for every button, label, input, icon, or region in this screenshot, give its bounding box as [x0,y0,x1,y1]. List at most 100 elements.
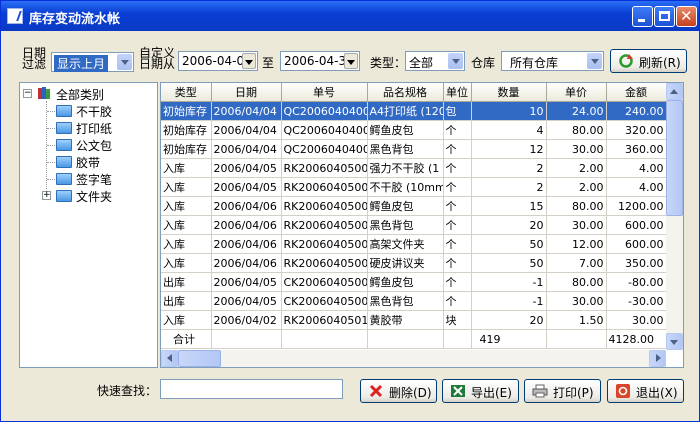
table-cell: 个 [443,291,472,311]
expand-icon[interactable]: + [42,191,51,200]
table-row[interactable]: 入库 2006/04/06 RK20060405008 黑色背包个 20 30.00 600… [161,215,667,235]
refresh-label: 刷新(R) [639,56,681,70]
collapse-icon[interactable]: − [23,89,32,98]
minimize-button[interactable] [632,6,653,27]
warehouse-select[interactable]: 所有仓库 [501,51,604,71]
scroll-up-icon[interactable] [666,83,683,100]
table-cell: QC20060404002 [281,120,368,140]
vertical-scroll-thumb[interactable] [666,100,683,216]
table-cell: 个 [443,272,472,292]
chevron-down-icon[interactable] [117,54,132,70]
table-cell: 个 [443,158,472,178]
table-cell: 12.00 [546,234,607,254]
chevron-down-icon[interactable] [242,53,256,69]
table-cell: 50 [471,234,547,254]
table-cell: RK20060405008 [281,215,368,235]
column-header-type[interactable]: 类型 [161,83,212,102]
table-cell: 鳄鱼皮包 [367,272,444,292]
table-cell: 30.00 [546,291,607,311]
table-cell: 黑色背包 [367,291,444,311]
type-select[interactable]: 全部 [405,51,465,71]
table-cell: 块 [443,310,472,330]
table-cell: 高架文件夹 [367,234,444,254]
maximize-button[interactable] [654,6,675,27]
table-cell: 2006/04/05 [211,291,282,311]
table-row[interactable]: 入库 2006/04/05 RK20060405006 不干胶 (10mm) 个 2 2.0… [161,177,667,197]
folder-icon [56,139,72,151]
delete-button[interactable]: 删除(D) [360,379,437,403]
table-cell: 320.00 [606,120,667,140]
table-cell: -1 [471,291,547,311]
title-bar[interactable]: 库存变动流水帐 ✕ [1,1,699,31]
table-row[interactable]: 入库 2006/04/06 RK20060405008 高架文件夹个 50 12.00 60… [161,234,667,254]
column-header-qty[interactable]: 数量 [471,83,547,102]
table-row[interactable]: 初始库存2006/04/04QC20060404002鳄鱼皮包个480.0032… [161,120,667,140]
table-row[interactable]: 初始库存2006/04/04QC20060404003黑色背包个1230.003… [161,139,667,159]
date-to-picker[interactable]: 2006-04-30 [280,51,360,71]
table-cell: 2006/04/06 [211,234,282,254]
tree-line [47,145,55,146]
table-cell: 个 [443,196,472,216]
scroll-down-icon[interactable] [666,333,683,350]
table-row[interactable]: 入库 2006/04/02 RK20060405010 黄胶带块 20 1.50 30.00 [161,310,667,330]
table-row[interactable]: 出库 2006/04/05 CK20060405003 黑色背包个 -1 30.00 -30… [161,291,667,311]
table-row[interactable]: 入库 2006/04/06 RK20060405008 鳄鱼皮包个 15 80.00 120… [161,196,667,216]
date-filter-select[interactable]: 显示上月 [51,52,134,72]
table-row[interactable]: 入库 2006/04/05 RK20060405006 强力不干胶 (1 个 2 2.00 4… [161,158,667,178]
table-cell: CK20060405003 [281,272,368,292]
chevron-down-icon[interactable] [448,53,463,69]
column-header-date[interactable]: 日期 [211,83,282,102]
table-cell: 2006/04/04 [211,101,282,121]
tree-line [47,162,55,163]
table-cell: 入库 [161,215,212,235]
ledger-table: 类型 日期 单号 品名规格 单位 数量 单价 金额 初始库存 2006/04/04… [161,83,667,349]
table-cell: 入库 [161,253,212,273]
tree-item-label: 胶带 [76,156,101,170]
column-header-product[interactable]: 品名规格 [367,83,444,102]
table-cell: 15 [471,196,547,216]
table-row[interactable]: 初始库存2006/04/04QC20060404001A4打印纸 (120包10… [161,101,667,121]
quick-search-input[interactable] [160,379,343,399]
type-label: 类型： [370,56,407,70]
column-header-unit[interactable]: 单位 [443,83,472,102]
custom-date-label: 自定义日期从 [139,46,176,71]
tree-item-label: 不干胶 [76,105,113,119]
export-label: 导出(E) [471,386,512,400]
table-cell: 30.00 [606,310,667,330]
table-cell: RK20060405006 [281,158,368,178]
table-cell: 强力不干胶 (1 [367,158,444,178]
table-cell: 初始库存 [161,101,212,121]
table-cell: 80.00 [546,120,607,140]
tree-item-label: 文件夹 [76,190,113,204]
print-button[interactable]: 打印(P) [524,379,601,403]
table-cell: 600.00 [606,215,667,235]
table-cell: 入库 [161,158,212,178]
column-header-order-no[interactable]: 单号 [281,83,368,102]
refresh-button[interactable]: 刷新(R) [610,49,687,73]
table-body: 初始库存2006/04/04QC20060404001A4打印纸 (120包10… [161,101,667,330]
scroll-right-icon[interactable] [649,350,666,367]
total-qty: 419 [471,329,547,349]
chevron-down-icon[interactable] [587,53,602,69]
chevron-down-icon[interactable] [344,53,358,69]
table-row[interactable]: 入库 2006/04/06 RK20060405008 硬皮讲议夹个 50 7.00 350… [161,253,667,273]
date-from-picker[interactable]: 2006-04-01 [178,51,258,71]
table-cell: 2006/04/06 [211,215,282,235]
to-label: 至 [262,56,275,70]
column-header-amount[interactable]: 金额 [606,83,667,102]
close-button[interactable]: ✕ [676,6,697,27]
vertical-scrollbar[interactable] [666,83,683,350]
table-cell: 4 [471,120,547,140]
table-row[interactable]: 出库 2006/04/05 CK20060405003 鳄鱼皮包个 -1 80.00 -80… [161,272,667,292]
horizontal-scroll-thumb[interactable] [178,350,221,367]
column-header-price[interactable]: 单价 [546,83,607,102]
scroll-left-icon[interactable] [161,350,178,367]
horizontal-scrollbar[interactable] [161,350,666,367]
table-cell: 个 [443,139,472,159]
exit-button[interactable]: 退出(X) [607,379,684,403]
table-cell: 30.00 [546,139,607,159]
table-cell: 360.00 [606,139,667,159]
table-cell: 2006/04/05 [211,272,282,292]
folder-icon [56,173,72,185]
export-button[interactable]: 导出(E) [442,379,519,403]
